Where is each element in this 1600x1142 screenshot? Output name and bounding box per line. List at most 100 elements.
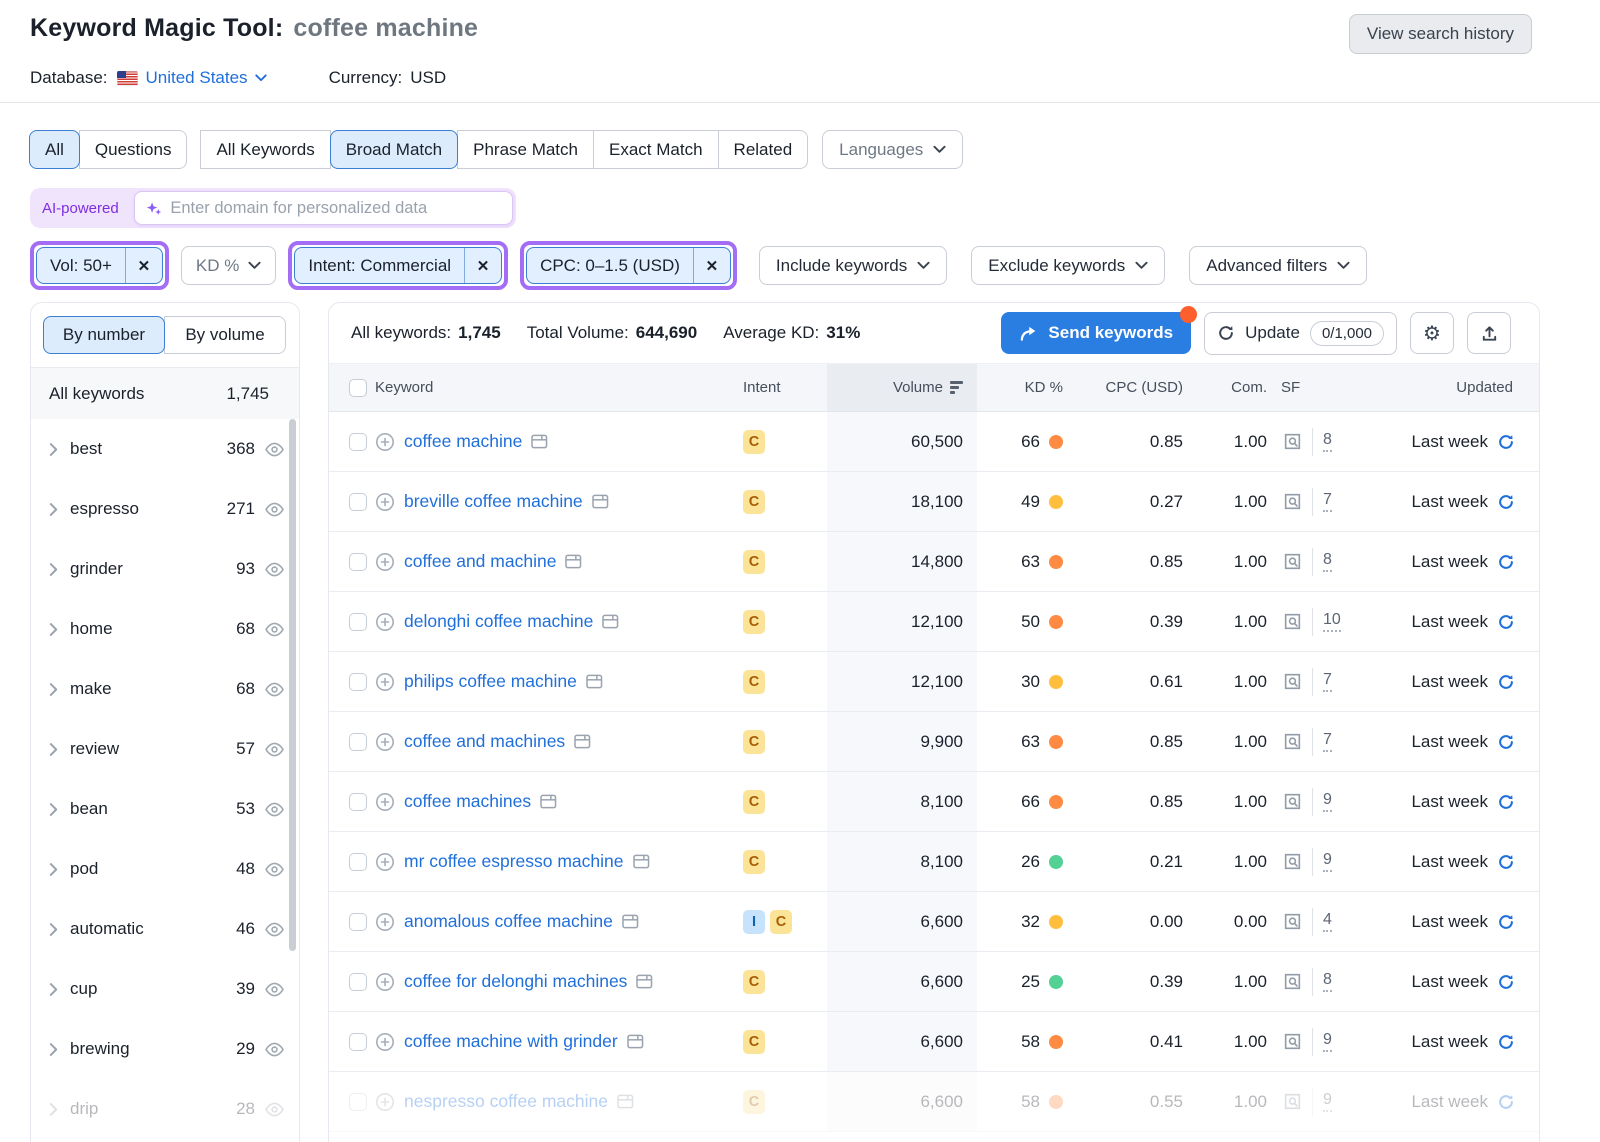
serp-preview-icon[interactable] — [592, 494, 609, 509]
remove-intent-filter-icon[interactable]: ✕ — [464, 248, 501, 283]
match-type-tab[interactable]: All Keywords — [200, 130, 330, 169]
eye-icon[interactable] — [264, 742, 285, 757]
serp-features-icon[interactable] — [1283, 612, 1302, 631]
refresh-row-icon[interactable] — [1497, 553, 1515, 571]
serp-preview-icon[interactable] — [636, 974, 653, 989]
sf-count[interactable]: 9 — [1323, 1031, 1332, 1052]
serp-preview-icon[interactable] — [622, 914, 639, 929]
sf-count[interactable]: 9 — [1323, 851, 1332, 872]
serp-features-icon[interactable] — [1283, 1032, 1302, 1051]
serp-features-icon[interactable] — [1283, 432, 1302, 451]
sf-count[interactable]: 9 — [1323, 1091, 1332, 1112]
group-sort-tab[interactable]: By volume — [164, 316, 286, 354]
serp-features-icon[interactable] — [1283, 732, 1302, 751]
match-type-tab[interactable]: Broad Match — [330, 130, 458, 169]
view-search-history-button[interactable]: View search history — [1349, 14, 1532, 54]
refresh-row-icon[interactable] — [1497, 613, 1515, 631]
column-header-kd[interactable]: KD % — [977, 364, 1081, 411]
refresh-row-icon[interactable] — [1497, 853, 1515, 871]
serp-preview-icon[interactable] — [633, 854, 650, 869]
send-keywords-button[interactable]: Send keywords — [1001, 312, 1191, 354]
sf-count[interactable]: 7 — [1323, 491, 1332, 512]
add-keyword-icon[interactable] — [375, 672, 395, 692]
exclude-keywords-dropdown[interactable]: Exclude keywords — [971, 246, 1165, 285]
column-header-cpc[interactable]: CPC (USD) — [1081, 364, 1199, 411]
keyword-link[interactable]: coffee and machine — [404, 551, 556, 572]
select-all-checkbox[interactable] — [349, 379, 367, 397]
keyword-link[interactable]: nespresso coffee machine — [404, 1091, 608, 1112]
keyword-link[interactable]: delonghi coffee machine — [404, 611, 593, 632]
refresh-row-icon[interactable] — [1497, 433, 1515, 451]
keyword-group-item[interactable]: review 57 — [31, 719, 299, 779]
keyword-group-item[interactable]: best 368 — [31, 419, 299, 479]
filter-kd-dropdown[interactable]: KD % — [181, 246, 276, 285]
column-header-intent[interactable]: Intent — [743, 364, 827, 411]
keyword-link[interactable]: coffee machines — [404, 791, 531, 812]
refresh-row-icon[interactable] — [1497, 733, 1515, 751]
serp-preview-icon[interactable] — [602, 614, 619, 629]
keyword-link[interactable]: anomalous coffee machine — [404, 911, 613, 932]
domain-input[interactable] — [170, 199, 502, 218]
row-checkbox[interactable] — [349, 973, 367, 991]
keyword-link[interactable]: mr coffee espresso machine — [404, 851, 624, 872]
keyword-group-item[interactable]: grinder 93 — [31, 539, 299, 599]
eye-icon[interactable] — [264, 1102, 285, 1117]
add-keyword-icon[interactable] — [375, 492, 395, 512]
row-checkbox[interactable] — [349, 613, 367, 631]
keyword-group-item[interactable]: cup 39 — [31, 959, 299, 1019]
sf-count[interactable]: 8 — [1323, 971, 1332, 992]
column-header-sf[interactable]: SF — [1281, 364, 1379, 411]
keyword-link[interactable]: coffee for delonghi machines — [404, 971, 627, 992]
add-keyword-icon[interactable] — [375, 732, 395, 752]
add-keyword-icon[interactable] — [375, 1032, 395, 1052]
serp-preview-icon[interactable] — [617, 1094, 634, 1109]
keyword-group-item[interactable]: make 68 — [31, 659, 299, 719]
refresh-row-icon[interactable] — [1497, 973, 1515, 991]
keyword-group-item[interactable]: automatic 46 — [31, 899, 299, 959]
eye-icon[interactable] — [264, 502, 285, 517]
sidebar-scrollbar[interactable] — [289, 419, 296, 951]
filter-chip-cpc[interactable]: CPC: 0–1.5 (USD) ✕ — [526, 247, 731, 284]
row-checkbox[interactable] — [349, 853, 367, 871]
add-keyword-icon[interactable] — [375, 612, 395, 632]
eye-icon[interactable] — [264, 622, 285, 637]
row-checkbox[interactable] — [349, 493, 367, 511]
keyword-link[interactable]: coffee and machines — [404, 731, 565, 752]
row-checkbox[interactable] — [349, 553, 367, 571]
keyword-group-item[interactable]: bean 53 — [31, 779, 299, 839]
add-keyword-icon[interactable] — [375, 432, 395, 452]
serp-features-icon[interactable] — [1283, 672, 1302, 691]
serp-preview-icon[interactable] — [540, 794, 557, 809]
add-keyword-icon[interactable] — [375, 852, 395, 872]
keyword-group-item[interactable]: brewing 29 — [31, 1019, 299, 1079]
match-type-tab[interactable]: Related — [718, 130, 809, 169]
serp-features-icon[interactable] — [1283, 972, 1302, 991]
serp-preview-icon[interactable] — [627, 1034, 644, 1049]
serp-features-icon[interactable] — [1283, 552, 1302, 571]
column-header-com[interactable]: Com. — [1199, 364, 1281, 411]
export-button[interactable] — [1467, 312, 1511, 354]
serp-features-icon[interactable] — [1283, 852, 1302, 871]
eye-icon[interactable] — [264, 682, 285, 697]
sf-count[interactable]: 7 — [1323, 731, 1332, 752]
serp-features-icon[interactable] — [1283, 492, 1302, 511]
keyword-link[interactable]: coffee machine — [404, 431, 522, 452]
column-header-volume[interactable]: Volume — [827, 364, 977, 411]
eye-icon[interactable] — [264, 862, 285, 877]
refresh-row-icon[interactable] — [1497, 493, 1515, 511]
sf-count[interactable]: 4 — [1323, 911, 1332, 932]
add-keyword-icon[interactable] — [375, 912, 395, 932]
scope-tab[interactable]: All — [29, 130, 80, 169]
refresh-row-icon[interactable] — [1497, 793, 1515, 811]
remove-cpc-filter-icon[interactable]: ✕ — [693, 248, 730, 283]
eye-icon[interactable] — [264, 802, 285, 817]
row-checkbox[interactable] — [349, 733, 367, 751]
serp-preview-icon[interactable] — [586, 674, 603, 689]
serp-preview-icon[interactable] — [565, 554, 582, 569]
keyword-link[interactable]: breville coffee machine — [404, 491, 583, 512]
add-keyword-icon[interactable] — [375, 792, 395, 812]
filter-chip-intent[interactable]: Intent: Commercial ✕ — [294, 247, 502, 284]
sf-count[interactable]: 9 — [1323, 791, 1332, 812]
filter-chip-volume[interactable]: Vol: 50+ ✕ — [36, 247, 163, 284]
sf-count[interactable]: 8 — [1323, 431, 1332, 452]
